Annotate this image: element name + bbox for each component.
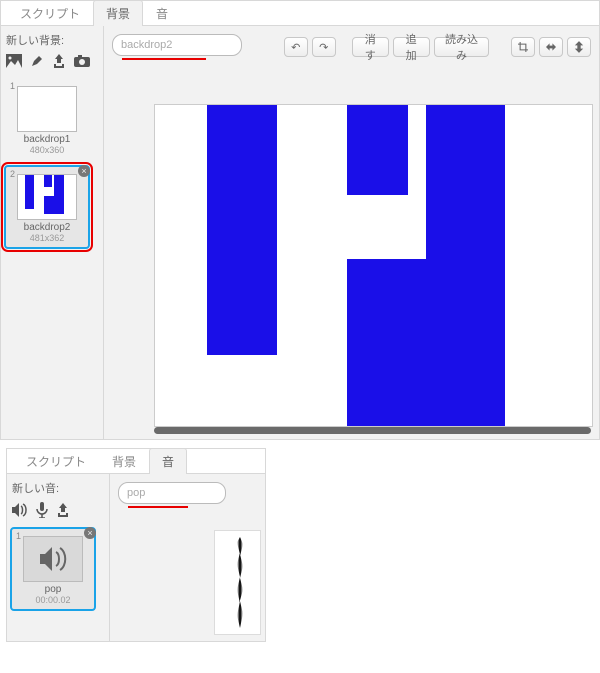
backdrop-sidebar: 新しい背景: 1 backdrop1 480x360 bbox=[1, 26, 104, 439]
thumb-name: backdrop2 bbox=[6, 222, 88, 233]
thumb-number: 1 bbox=[16, 531, 21, 541]
maze-wall bbox=[426, 105, 505, 304]
paint-icon[interactable] bbox=[30, 54, 44, 71]
import-button[interactable]: 読み込み bbox=[434, 37, 490, 57]
choose-library-icon[interactable] bbox=[6, 54, 22, 71]
camera-icon[interactable] bbox=[74, 55, 90, 70]
new-sound-icons bbox=[10, 500, 106, 527]
flip-h-button[interactable] bbox=[539, 37, 563, 57]
waveform-area[interactable] bbox=[214, 530, 261, 635]
sound-sidebar: 新しい音: 1 × pop 00:00.02 bbox=[7, 474, 110, 641]
name-underline bbox=[122, 58, 206, 60]
backdrop-thumb-2[interactable]: 2 × backdrop2 481x362 bbox=[4, 165, 90, 249]
maze-wall bbox=[347, 105, 408, 195]
sound-library-icon[interactable] bbox=[12, 503, 28, 520]
clear-button[interactable]: 消す bbox=[352, 37, 389, 57]
tab-bar: スクリプト 背景 音 bbox=[7, 449, 265, 474]
maze-wall bbox=[207, 105, 277, 355]
paint-canvas[interactable] bbox=[154, 104, 593, 427]
backdrop-thumb-1[interactable]: 1 backdrop1 480x360 bbox=[4, 77, 90, 161]
backdrop-editor-panel: スクリプト 背景 音 新しい背景: 1 bbox=[0, 0, 600, 440]
thumb-preview bbox=[23, 536, 83, 582]
delete-thumb-icon[interactable]: × bbox=[78, 165, 90, 177]
tab-sounds[interactable]: 音 bbox=[149, 448, 187, 474]
new-backdrop-icons bbox=[4, 52, 100, 77]
backdrop-main: ↶ ↷ 消す 追加 読み込み bbox=[104, 26, 599, 439]
undo-button[interactable]: ↶ bbox=[284, 37, 308, 57]
tab-backdrops[interactable]: 背景 bbox=[99, 448, 149, 474]
crop-button[interactable] bbox=[511, 37, 535, 57]
thumb-preview bbox=[17, 86, 77, 132]
record-icon[interactable] bbox=[36, 502, 48, 521]
thumb-name: backdrop1 bbox=[6, 134, 88, 145]
upload-icon[interactable] bbox=[52, 54, 66, 71]
tab-bar: スクリプト 背景 音 bbox=[1, 1, 599, 26]
backdrop-toolbar: ↶ ↷ 消す 追加 読み込み bbox=[104, 26, 599, 66]
thumb-duration: 00:00.02 bbox=[12, 595, 94, 605]
upload-sound-icon[interactable] bbox=[56, 503, 70, 520]
sound-thumb-1[interactable]: 1 × pop 00:00.02 bbox=[10, 527, 96, 611]
sound-name-input[interactable] bbox=[118, 482, 226, 504]
new-backdrop-label: 新しい背景: bbox=[6, 32, 98, 48]
add-button[interactable]: 追加 bbox=[393, 37, 430, 57]
h-scrollbar[interactable] bbox=[154, 427, 591, 434]
delete-thumb-icon[interactable]: × bbox=[84, 527, 96, 539]
sound-editor-panel: スクリプト 背景 音 新しい音: 1 × bbox=[6, 448, 266, 642]
thumb-preview bbox=[17, 174, 77, 220]
canvas-wrap bbox=[154, 104, 591, 425]
tab-backdrops[interactable]: 背景 bbox=[93, 0, 143, 26]
thumb-number: 2 bbox=[10, 169, 15, 179]
tab-scripts[interactable]: スクリプト bbox=[13, 448, 99, 474]
backdrop-name-input[interactable] bbox=[112, 34, 242, 56]
thumb-name: pop bbox=[12, 584, 94, 595]
sound-toolbar bbox=[110, 474, 265, 508]
name-underline bbox=[128, 506, 188, 508]
tab-sounds[interactable]: 音 bbox=[143, 0, 181, 26]
flip-v-button[interactable] bbox=[567, 37, 591, 57]
new-sound-label: 新しい音: bbox=[12, 480, 104, 496]
sound-main bbox=[110, 474, 265, 641]
thumb-number: 1 bbox=[10, 81, 15, 91]
tab-scripts[interactable]: スクリプト bbox=[7, 0, 93, 26]
waveform bbox=[237, 537, 243, 628]
thumb-dims: 481x362 bbox=[6, 233, 88, 243]
thumb-dims: 480x360 bbox=[6, 145, 88, 155]
redo-button[interactable]: ↷ bbox=[312, 37, 336, 57]
